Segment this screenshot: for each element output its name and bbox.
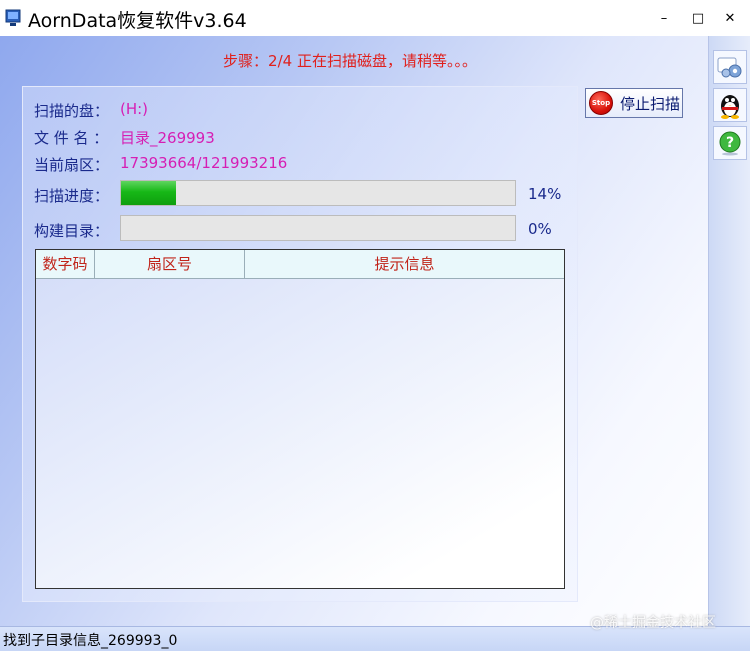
step-status-text: 步骤：2/4 正在扫描磁盘，请稍等。。。 (223, 52, 477, 70)
stop-scan-label: 停止扫描 (620, 94, 681, 113)
current-sector-value: 17393664/121993216 (120, 154, 288, 172)
column-header-sector[interactable]: 扇区号 (95, 250, 245, 278)
column-header-code[interactable]: 数字码 (36, 250, 95, 278)
title-bar: AornData恢复软件v3.64 – □ ✕ (0, 0, 750, 36)
column-header-info[interactable]: 提示信息 (245, 250, 564, 278)
main-client-area: 步骤：2/4 正在扫描磁盘，请稍等。。。 扫描的盘： (H:) 文 件 名 ： … (0, 36, 708, 626)
close-button[interactable]: ✕ (718, 6, 742, 30)
status-text: 找到子目录信息_269993_0 (3, 633, 178, 649)
stop-scan-button[interactable]: Stop 停止扫描 (585, 88, 683, 118)
build-directory-label: 构建目录： (34, 222, 110, 240)
build-directory-progress-bar (120, 215, 516, 241)
side-toolbar: ? (708, 36, 750, 626)
scan-progress-label: 扫描进度： (34, 187, 110, 205)
maximize-button[interactable]: □ (686, 6, 710, 30)
scan-disk-value: (H:) (120, 100, 149, 118)
current-sector-label: 当前扇区： (34, 156, 110, 174)
app-logo-icon (4, 8, 24, 28)
watermark-text: @稀土掘金技术社区 (590, 615, 716, 631)
scan-progress-fill (121, 181, 177, 205)
scan-progress-percent: 14% (528, 185, 562, 203)
file-name-label: 文 件 名 ： (34, 129, 109, 147)
scan-disk-label: 扫描的盘： (34, 102, 110, 120)
stop-sign-icon: Stop (589, 91, 613, 115)
qq-penguin-icon[interactable] (713, 88, 747, 122)
minimize-button[interactable]: – (652, 6, 676, 30)
scan-info-panel: 扫描的盘： (H:) 文 件 名 ： 目录_269993 当前扇区： 17393… (22, 86, 578, 602)
help-question-icon[interactable]: ? (713, 126, 747, 160)
build-directory-percent: 0% (528, 220, 552, 238)
list-header: 数字码 扇区号 提示信息 (36, 250, 564, 279)
scan-progress-bar (120, 180, 516, 206)
svg-text:?: ? (726, 135, 734, 151)
window-title: AornData恢复软件v3.64 (28, 10, 247, 32)
file-name-value: 目录_269993 (120, 129, 215, 147)
results-list-view[interactable]: 数字码 扇区号 提示信息 (35, 249, 565, 589)
settings-gear-icon[interactable] (713, 50, 747, 84)
